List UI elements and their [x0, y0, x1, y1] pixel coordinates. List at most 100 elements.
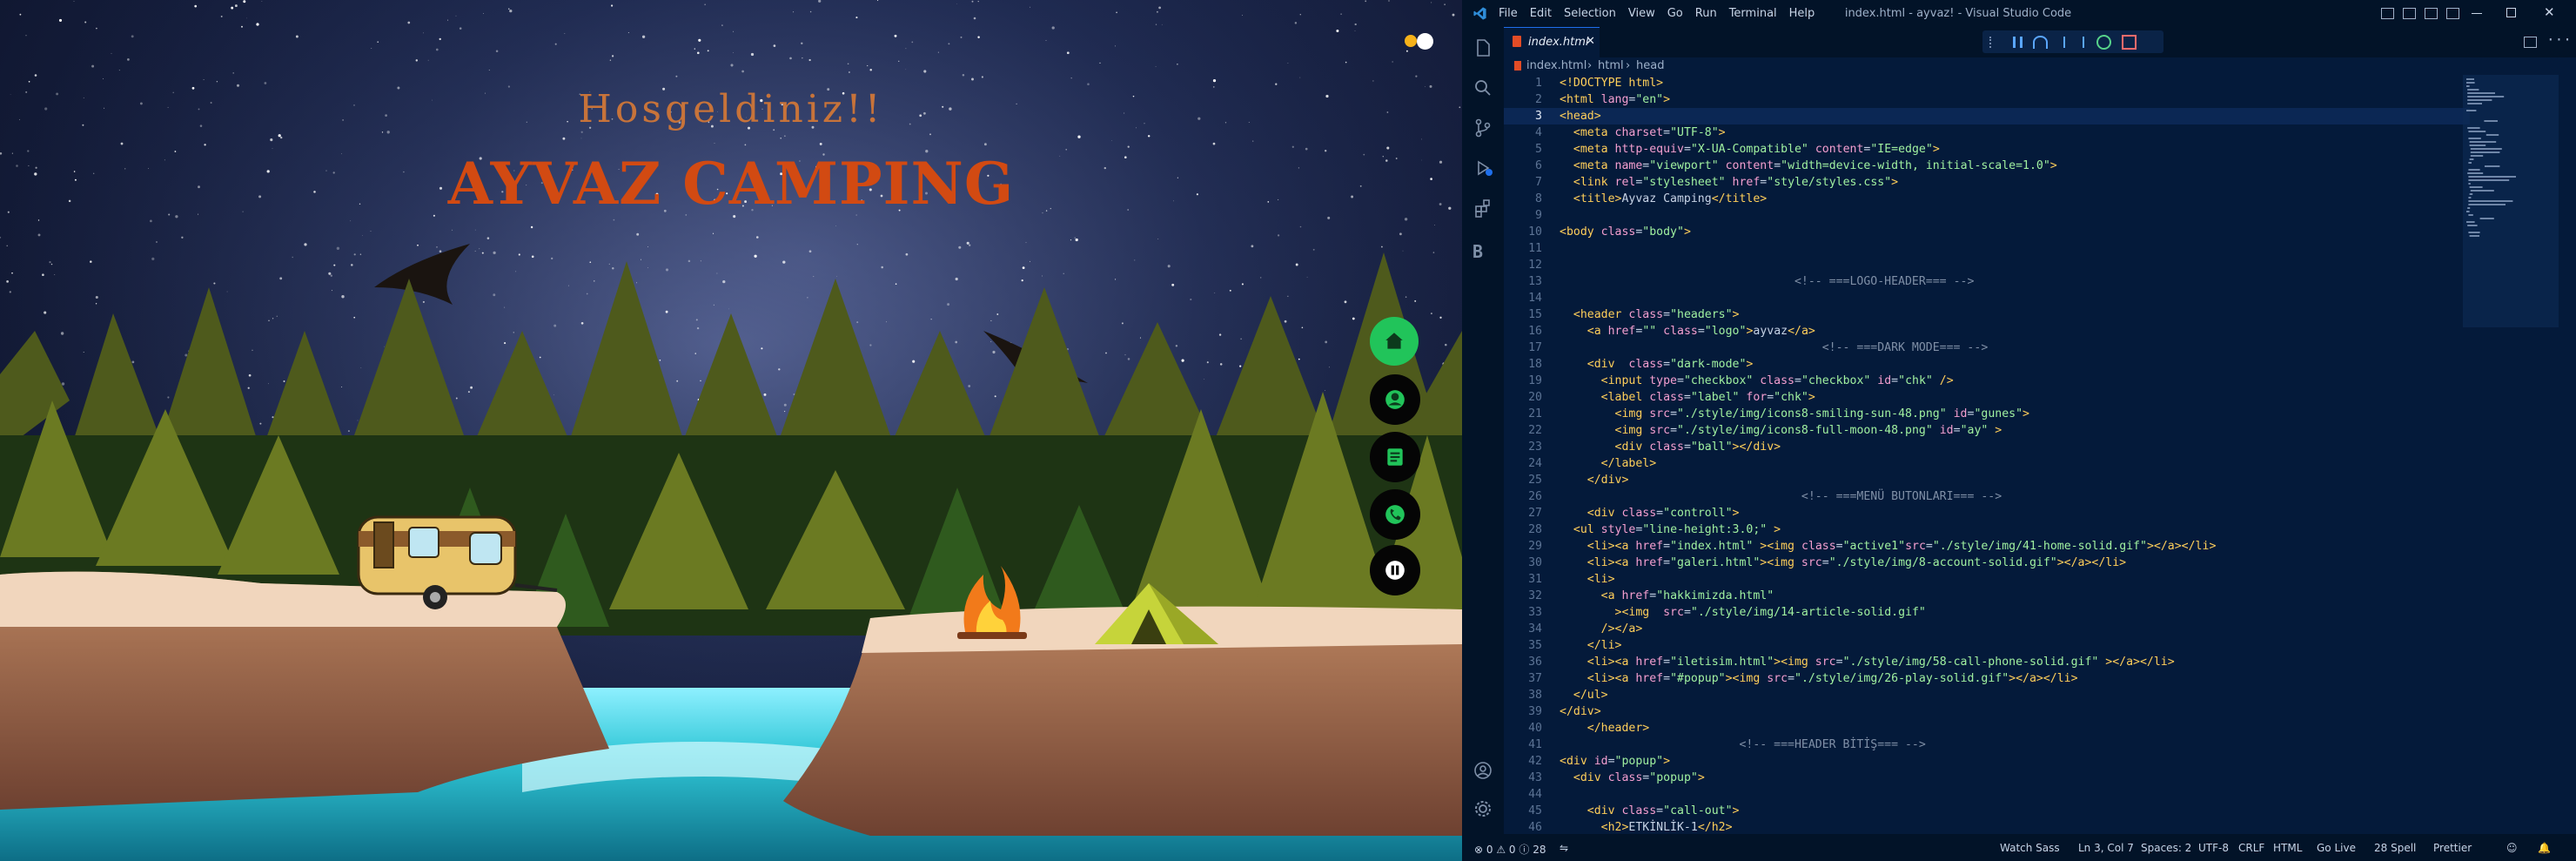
indentation[interactable]: Spaces: 2 [2141, 842, 2191, 854]
more-actions-icon[interactable]: ··· [2546, 31, 2572, 48]
toggle-sidebar-icon[interactable] [2381, 8, 2394, 19]
code-line[interactable]: 26 <!-- ===MENÜ BUTONLARI=== --> [1504, 488, 2470, 505]
prettier[interactable]: Prettier [2433, 842, 2472, 854]
code-line[interactable]: 4 <meta charset="UTF-8"> [1504, 124, 2470, 141]
split-editor-icon[interactable] [2524, 37, 2537, 48]
explorer-icon[interactable] [1472, 37, 1493, 58]
nav-home-button[interactable] [1370, 317, 1419, 366]
code-line[interactable]: 21 <img src="./style/img/icons8-smiling-… [1504, 406, 2470, 422]
menu-item-go[interactable]: Go [1667, 7, 1683, 20]
breadcrumb-item[interactable]: head [1636, 59, 1664, 72]
step-out-icon[interactable] [2083, 36, 2086, 48]
close-button[interactable]: ✕ [2544, 4, 2555, 20]
menu-item-run[interactable]: Run [1695, 7, 1717, 20]
code-line[interactable]: 27 <div class="controll"> [1504, 505, 2470, 521]
code-line[interactable]: 11 [1504, 240, 2470, 257]
settings-gear-icon[interactable] [1472, 798, 1493, 819]
restore-button[interactable] [2506, 8, 2516, 17]
code-line[interactable]: 36 <li><a href="iletisim.html"><img src=… [1504, 654, 2470, 670]
cursor-position[interactable]: Ln 3, Col 7 [2078, 842, 2134, 854]
pause-icon[interactable] [2013, 36, 2023, 48]
nav-play-button[interactable] [1370, 545, 1420, 595]
code-line[interactable]: 16 <a href="" class="logo">ayvaz</a> [1504, 323, 2470, 340]
code-line[interactable]: 17 <!-- ===DARK MODE=== --> [1504, 340, 2470, 356]
feedback-icon[interactable]: ☺ [2506, 842, 2518, 854]
code-line[interactable]: 9 [1504, 207, 2470, 224]
nav-article-button[interactable] [1370, 432, 1420, 482]
code-line[interactable]: 7 <link rel="stylesheet" href="style/sty… [1504, 174, 2470, 191]
menu-item-edit[interactable]: Edit [1530, 7, 1552, 20]
code-line[interactable]: 3 <head> [1504, 108, 2470, 124]
nav-account-button[interactable] [1370, 374, 1420, 425]
menu-item-file[interactable]: File [1499, 7, 1518, 20]
watch-sass[interactable]: Watch Sass [2000, 842, 2060, 854]
code-line[interactable]: 45 <div class="call-out"> [1504, 803, 2470, 819]
code-line[interactable]: 37 <li><a href="#popup"><img src="./styl… [1504, 670, 2470, 687]
code-line[interactable]: 24 </label> [1504, 455, 2470, 472]
code-line[interactable]: 23 <div class="ball"></div> [1504, 439, 2470, 455]
code-line[interactable]: 35 </li> [1504, 637, 2470, 654]
code-line[interactable]: 10 <body class="body"> [1504, 224, 2470, 240]
accounts-icon[interactable] [1472, 760, 1493, 781]
code-line[interactable]: 22 <img src="./style/img/icons8-full-moo… [1504, 422, 2470, 439]
code-line[interactable]: 38 </ul> [1504, 687, 2470, 703]
run-debug-icon[interactable] [1472, 158, 1493, 178]
spell-check[interactable]: 28 Spell [2374, 842, 2416, 854]
minimap[interactable] [2463, 75, 2559, 834]
toggle-secondary-sidebar-icon[interactable] [2425, 8, 2438, 19]
menu-item-selection[interactable]: Selection [1564, 7, 1616, 20]
step-over-icon[interactable] [2033, 35, 2048, 49]
code-line[interactable]: 32 <a href="hakkimizda.html" [1504, 588, 2470, 604]
code-line[interactable]: 43 <div class="popup"> [1504, 770, 2470, 786]
source-control-icon[interactable] [1472, 118, 1493, 138]
code-line[interactable]: 42 <div id="popup"> [1504, 753, 2470, 770]
customize-layout-icon[interactable] [2446, 8, 2459, 19]
code-line[interactable]: 39 </div> [1504, 703, 2470, 720]
code-editor[interactable]: 1 <!DOCTYPE html> 2 <html lang="en"> 3 <head>… [1504, 75, 2470, 834]
code-line[interactable]: 13 <!-- ===LOGO-HEADER=== --> [1504, 273, 2470, 290]
code-line[interactable]: 6 <meta name="viewport" content="width=d… [1504, 158, 2470, 174]
tab-close-icon[interactable]: ✕ [1586, 35, 1595, 48]
code-line[interactable]: 30 <li><a href="galeri.html"><img src=".… [1504, 555, 2470, 571]
code-line[interactable]: 19 <input type="checkbox" class="checkbo… [1504, 373, 2470, 389]
line-ending[interactable]: CRLF [2238, 842, 2264, 854]
code-line[interactable]: 2 <html lang="en"> [1504, 91, 2470, 108]
code-line[interactable]: 31 <li> [1504, 571, 2470, 588]
toggle-panel-icon[interactable] [2403, 8, 2416, 19]
code-line[interactable]: 8 <title>Ayvaz Camping</title> [1504, 191, 2470, 207]
step-into-icon[interactable] [2063, 36, 2067, 48]
code-line[interactable]: 44 [1504, 786, 2470, 803]
nav-call-button[interactable] [1370, 489, 1420, 540]
code-line[interactable]: 33 ><img src="./style/img/14-article-sol… [1504, 604, 2470, 621]
drag-handle-icon[interactable] [1989, 36, 2002, 48]
menu-item-terminal[interactable]: Terminal [1729, 7, 1777, 20]
stop-icon[interactable] [2122, 34, 2137, 50]
extensions-icon[interactable] [1472, 198, 1493, 219]
code-line[interactable]: 29 <li><a href="index.html" ><img class=… [1504, 538, 2470, 555]
code-line[interactable]: 41 <!-- ===HEADER BİTİŞ=== --> [1504, 737, 2470, 753]
code-line[interactable]: 14 [1504, 290, 2470, 306]
breadcrumb-item[interactable]: html [1598, 59, 1624, 72]
code-line[interactable]: 18 <div class="dark-mode"> [1504, 356, 2470, 373]
search-icon[interactable] [1472, 77, 1493, 98]
code-line[interactable]: 25 </div> [1504, 472, 2470, 488]
bootstrap-icon[interactable]: B [1472, 241, 1493, 262]
breadcrumb-item[interactable]: index.html [1526, 59, 1587, 72]
code-line[interactable]: 28 <ul style="line-height:3.0;" > [1504, 521, 2470, 538]
minimize-button[interactable] [2472, 13, 2482, 14]
notifications-icon[interactable]: 🔔 [2538, 842, 2551, 854]
menu-item-view[interactable]: View [1628, 7, 1655, 20]
encoding[interactable]: UTF-8 [2198, 842, 2229, 854]
go-live[interactable]: Go Live [2317, 842, 2356, 854]
code-line[interactable]: 5 <meta http-equiv="X-UA-Compatible" con… [1504, 141, 2470, 158]
code-line[interactable]: 34 /></a> [1504, 621, 2470, 637]
code-line[interactable]: 15 <header class="headers"> [1504, 306, 2470, 323]
code-line[interactable]: 40 </header> [1504, 720, 2470, 737]
code-line[interactable]: 12 [1504, 257, 2470, 273]
code-line[interactable]: 46 <h2>ETKİNLİK-1</h2> [1504, 819, 2470, 834]
remote-icon[interactable]: ⇋ [1560, 842, 1568, 854]
code-line[interactable]: 1 <!DOCTYPE html> [1504, 75, 2470, 91]
menu-item-help[interactable]: Help [1789, 7, 1815, 20]
language-mode[interactable]: HTML [2273, 842, 2302, 854]
code-line[interactable]: 20 <label class="label" for="chk"> [1504, 389, 2470, 406]
